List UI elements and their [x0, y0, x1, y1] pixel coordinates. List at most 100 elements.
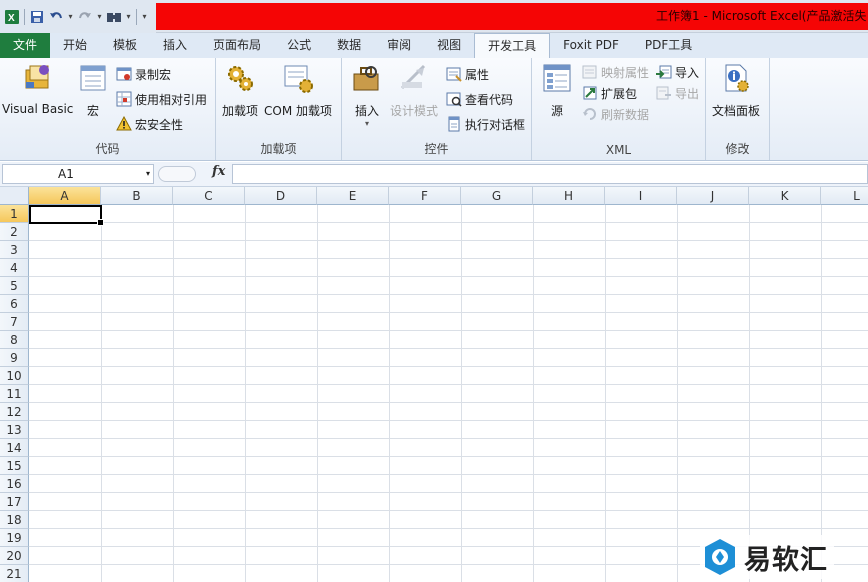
tab-review[interactable]: 审阅: [374, 33, 424, 58]
customize-qat-icon[interactable]: ▾: [141, 12, 148, 21]
grid-line: [317, 205, 318, 582]
insert-control-button[interactable]: 插入 ▾: [350, 62, 384, 128]
column-header-b[interactable]: B: [101, 187, 173, 205]
row-header-6[interactable]: 6: [0, 295, 29, 313]
name-box[interactable]: A1 ▾: [2, 164, 154, 184]
row-header-8[interactable]: 8: [0, 331, 29, 349]
row-header-1[interactable]: 1: [0, 205, 29, 223]
map-properties-button[interactable]: 映射属性: [582, 62, 649, 82]
title-bar-fill: 工作簿1 - Microsoft Excel(产品激活失: [156, 3, 868, 30]
row-header-20[interactable]: 20: [0, 547, 29, 565]
row-header-21[interactable]: 21: [0, 565, 29, 582]
run-dialog-button[interactable]: 执行对话框: [446, 114, 525, 134]
tab-page-layout[interactable]: 页面布局: [200, 33, 274, 58]
row-header-10[interactable]: 10: [0, 367, 29, 385]
column-header-j[interactable]: J: [677, 187, 749, 205]
qat-separator: [24, 8, 25, 25]
row-header-7[interactable]: 7: [0, 313, 29, 331]
select-all-corner[interactable]: [0, 187, 29, 205]
row-header-2[interactable]: 2: [0, 223, 29, 241]
row-header-14[interactable]: 14: [0, 439, 29, 457]
undo-dropdown-icon[interactable]: ▾: [67, 12, 74, 21]
tab-pdf-tools[interactable]: PDF工具: [632, 33, 705, 58]
column-header-c[interactable]: C: [173, 187, 245, 205]
tab-home[interactable]: 开始: [50, 33, 100, 58]
excel-logo-icon[interactable]: X: [4, 9, 20, 25]
xml-import-button[interactable]: 导入: [656, 62, 699, 82]
row-header-13[interactable]: 13: [0, 421, 29, 439]
xml-source-button[interactable]: 源: [540, 62, 574, 119]
tab-data[interactable]: 数据: [324, 33, 374, 58]
expansion-packs-button[interactable]: 扩展包: [582, 83, 637, 103]
addins-button[interactable]: 加载项: [222, 62, 258, 119]
insert-function-icon[interactable]: fx: [212, 164, 225, 179]
row-header-4[interactable]: 4: [0, 259, 29, 277]
refresh-data-button[interactable]: 刷新数据: [582, 104, 649, 124]
macro-security-button[interactable]: 宏安全性: [116, 114, 183, 134]
row-header-11[interactable]: 11: [0, 385, 29, 403]
design-mode-icon: [397, 62, 431, 94]
watermark: 易软汇: [700, 535, 834, 579]
row-header-17[interactable]: 17: [0, 493, 29, 511]
tab-view[interactable]: 视图: [424, 33, 474, 58]
row-header-15[interactable]: 15: [0, 457, 29, 475]
grid-line: [389, 205, 390, 582]
run-dialog-icon: [446, 116, 462, 132]
name-box-dropdown-icon[interactable]: ▾: [146, 165, 150, 183]
tab-foxit-pdf[interactable]: Foxit PDF: [550, 33, 632, 58]
column-header-l[interactable]: L: [821, 187, 868, 205]
column-header-i[interactable]: I: [605, 187, 677, 205]
row-header-9[interactable]: 9: [0, 349, 29, 367]
row-header-5[interactable]: 5: [0, 277, 29, 295]
relative-reference-button[interactable]: 使用相对引用: [116, 89, 207, 109]
tab-formulas[interactable]: 公式: [274, 33, 324, 58]
macros-button[interactable]: 宏: [76, 62, 110, 119]
worksheet-grid[interactable]: A B C D E F G H I J K L 1 2 3 4 5 6 7 8 9 10 11 12 13 14 15 16 17 18 1…: [0, 187, 868, 582]
design-mode-button[interactable]: 设计模式: [390, 62, 438, 119]
ribbon-tabs: 文件 开始 模板 插入 页面布局 公式 数据 审阅 视图 开发工具 Foxit …: [0, 33, 868, 59]
import-icon: [656, 64, 672, 80]
redo-dropdown-icon[interactable]: ▾: [96, 12, 103, 21]
formula-bar-resize-handle[interactable]: [158, 166, 196, 182]
macros-icon: [76, 62, 110, 94]
view-code-button[interactable]: 查看代码: [446, 89, 513, 109]
find-dropdown-icon[interactable]: ▾: [125, 12, 132, 21]
row-header-12[interactable]: 12: [0, 403, 29, 421]
undo-icon[interactable]: [48, 9, 64, 25]
properties-button[interactable]: 属性: [446, 64, 489, 84]
record-macro-button[interactable]: 录制宏: [116, 64, 171, 84]
group-xml: 源 映射属性 扩展包 刷新数据 导入 导出 XML: [532, 58, 706, 160]
column-header-e[interactable]: E: [317, 187, 389, 205]
grid-line: [173, 205, 174, 582]
row-header-19[interactable]: 19: [0, 529, 29, 547]
xml-export-button[interactable]: 导出: [656, 83, 699, 103]
column-header-g[interactable]: G: [461, 187, 533, 205]
view-code-icon: [446, 91, 462, 107]
save-icon[interactable]: [29, 9, 45, 25]
row-header-3[interactable]: 3: [0, 241, 29, 259]
row-header-16[interactable]: 16: [0, 475, 29, 493]
tab-insert[interactable]: 插入: [150, 33, 200, 58]
find-icon[interactable]: [106, 9, 122, 25]
tab-developer[interactable]: 开发工具: [474, 33, 551, 59]
grid-line: [29, 438, 868, 439]
visual-basic-button[interactable]: Visual Basic: [2, 62, 73, 116]
insert-control-label: 插入: [354, 104, 379, 118]
column-header-a[interactable]: A: [29, 187, 101, 205]
tab-templates[interactable]: 模板: [100, 33, 150, 58]
formula-input[interactable]: [232, 164, 868, 184]
active-cell[interactable]: [29, 205, 104, 226]
window-title: 工作簿1 - Microsoft Excel(产品激活失: [656, 9, 867, 23]
column-header-k[interactable]: K: [749, 187, 821, 205]
map-properties-label: 映射属性: [601, 65, 650, 80]
column-header-f[interactable]: F: [389, 187, 461, 205]
column-header-d[interactable]: D: [245, 187, 317, 205]
document-panel-button[interactable]: 文档面板: [712, 62, 760, 119]
tab-file[interactable]: 文件: [0, 33, 50, 58]
column-header-h[interactable]: H: [533, 187, 605, 205]
refresh-icon: [582, 106, 598, 122]
row-header-18[interactable]: 18: [0, 511, 29, 529]
group-code-label: 代码: [95, 142, 120, 156]
com-addins-button[interactable]: COM 加载项: [264, 62, 332, 119]
redo-icon[interactable]: [77, 9, 93, 25]
